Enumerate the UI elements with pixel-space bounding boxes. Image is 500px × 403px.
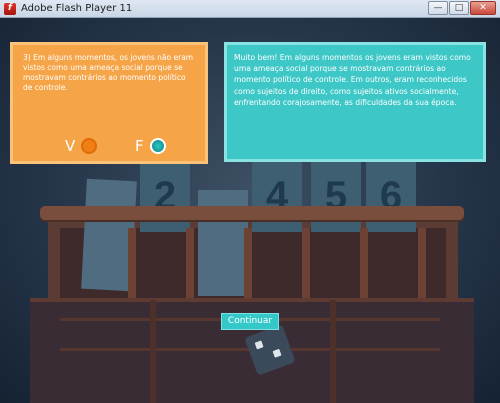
question-panel: 3) Em alguns momentos, os jovens não era… [10,42,208,164]
card-5[interactable]: 5 [311,160,361,232]
crate-rim [40,206,464,220]
crate-slat [360,228,368,298]
window-titlebar: f Adobe Flash Player 11 — □ ✕ [0,0,500,18]
minimize-button[interactable]: — [428,1,448,15]
option-f[interactable]: F [135,137,166,155]
feedback-text: Muito bem! Em alguns momentos os jovens … [234,53,471,107]
crate-slat [418,228,426,298]
window-title: Adobe Flash Player 11 [21,3,133,14]
window-controls: — □ ✕ [428,1,496,15]
crate-front-post [150,300,156,403]
flash-player-icon: f [4,2,16,15]
crate-slat [302,228,310,298]
option-v[interactable]: V [65,137,98,155]
crate-front-post [330,300,336,403]
crate-slat [244,228,252,298]
option-v-label: V [65,137,76,155]
option-v-radio[interactable] [81,138,98,154]
game-stage: 2 4 5 6 3) Em alguns momentos, os jovens… [0,18,500,403]
card-6[interactable]: 6 [366,160,416,232]
close-button[interactable]: ✕ [470,1,496,15]
maximize-button[interactable]: □ [449,1,469,15]
card-4[interactable]: 4 [252,160,302,232]
feedback-panel: Muito bem! Em alguns momentos os jovens … [224,42,486,162]
crate-slat [186,228,194,298]
option-f-label: F [135,137,144,155]
question-text: 3) Em alguns momentos, os jovens não era… [23,53,194,92]
crate-slat [128,228,136,298]
card-2[interactable]: 2 [140,160,190,232]
continue-button[interactable]: Continuar [221,313,279,330]
option-f-radio[interactable] [149,138,166,154]
